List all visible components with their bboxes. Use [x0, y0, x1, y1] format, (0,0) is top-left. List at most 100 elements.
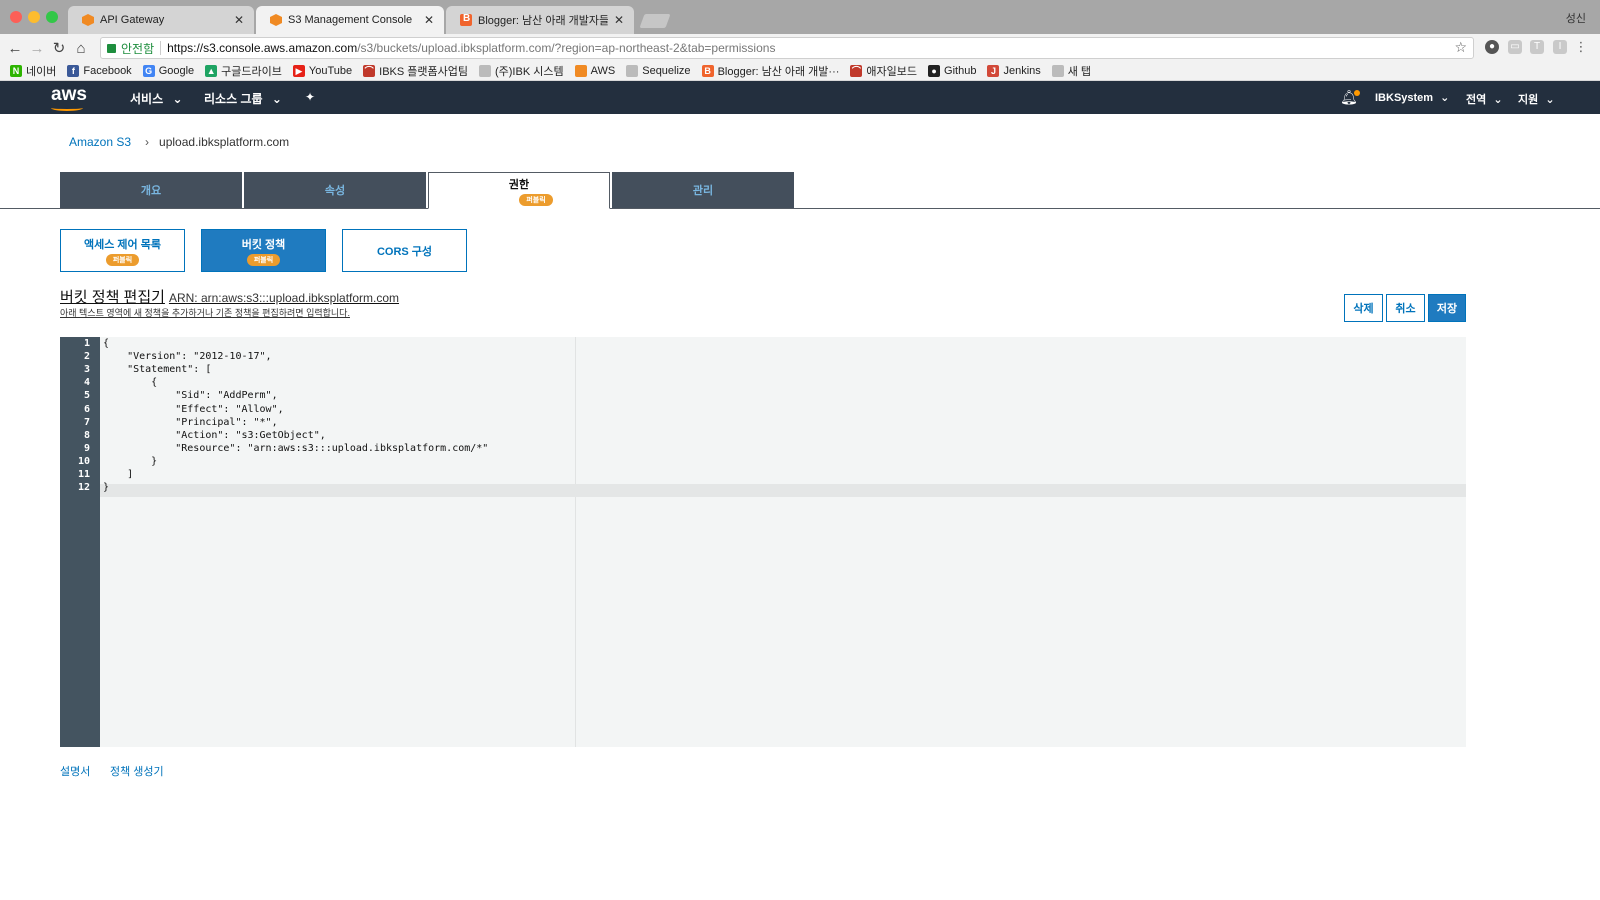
profile-name[interactable]: 성신	[1566, 10, 1586, 26]
save-button[interactable]: 저장	[1428, 294, 1466, 322]
back-arrow-icon[interactable]: ←	[4, 40, 26, 57]
extension-icon[interactable]: ●	[1485, 40, 1499, 54]
pin-icon[interactable]: ✦	[305, 90, 315, 104]
print-margin-line	[575, 337, 576, 747]
public-badge: 퍼블릭	[105, 253, 140, 266]
google-icon: G	[142, 65, 155, 77]
bookmark-item[interactable]: Sequelize	[626, 65, 691, 77]
tab-management[interactable]: 관리	[612, 172, 794, 208]
account-label: IBKSystem	[1375, 92, 1434, 104]
policy-editor-title: 버킷 정책 편집기 ARN: arn:aws:s3:::upload.ibkspl…	[60, 286, 399, 307]
bookmark-item[interactable]: G Google	[142, 65, 194, 77]
bookmark-item[interactable]: N 네이버	[10, 63, 56, 79]
bookmark-label: Blogger: 남산 아래 개발···	[717, 66, 840, 78]
bookmark-item[interactable]: AWS	[574, 65, 616, 77]
bookmark-label: IBKS 플랫폼사업팀	[379, 66, 468, 78]
support-menu[interactable]: 지원 ⌄	[1518, 91, 1555, 107]
bookmark-label: YouTube	[308, 65, 353, 77]
tab-permissions[interactable]: 권한 퍼블릭	[428, 172, 610, 209]
bucket-arn: ARN: arn:aws:s3:::upload.ibksplatform.co…	[168, 291, 400, 305]
breadcrumb-current: upload.ibksplatform.com	[159, 135, 290, 149]
bookmark-item[interactable]: ▲ 구글드라이브	[205, 63, 282, 79]
bookmark-item[interactable]: (주)IBK 시스템	[478, 63, 564, 79]
browser-tab-api-gateway[interactable]: API Gateway ✕	[68, 6, 254, 34]
cors-configuration-button[interactable]: CORS 구성	[342, 229, 467, 272]
forward-arrow-icon[interactable]: →	[26, 40, 48, 57]
delete-button[interactable]: 삭제	[1344, 294, 1383, 322]
tab-label: 권한	[508, 178, 530, 191]
chevron-down-icon: ⌄	[271, 92, 282, 106]
line-number: 6	[83, 403, 90, 415]
code-line: {	[103, 377, 158, 389]
menu-kebab-icon[interactable]: ⋮	[1574, 40, 1588, 54]
code-text-area[interactable]: { "Version": "2012-10-17", "Statement": …	[100, 337, 1466, 747]
tab-close-icon[interactable]: ✕	[614, 13, 624, 27]
browser-tab-s3-console[interactable]: S3 Management Console ✕	[256, 6, 444, 34]
naver-icon: N	[10, 65, 22, 77]
address-bar[interactable]: 안전함 https://s3.console.aws.amazon.com/s3…	[100, 37, 1474, 59]
aws-logo[interactable]: aws	[51, 84, 87, 106]
tab-label: 개요	[140, 185, 162, 197]
tab-title: API Gateway	[100, 14, 165, 26]
bucket-policy-button[interactable]: 버킷 정책 퍼블릭	[201, 229, 326, 272]
browser-toolbar: ← → ↻ ⌂ 안전함 https://s3.console.aws.amazo…	[0, 34, 1600, 62]
blogger-favicon-icon	[460, 13, 472, 26]
reload-icon[interactable]: ↻	[48, 39, 70, 57]
line-number: 2	[83, 351, 90, 363]
aws-top-nav: aws 서비스 ⌄ 리소스 그룹 ⌄ ✦ 🔔︎ IBKSystem ⌄ 전역 ⌄…	[0, 81, 1600, 114]
policy-generator-link[interactable]: 정책 생성기	[110, 763, 164, 779]
home-icon[interactable]: ⌂	[70, 40, 92, 57]
resource-groups-menu[interactable]: 리소스 그룹 ⌄	[204, 90, 282, 107]
aws-icon	[574, 65, 587, 77]
bookmark-item[interactable]: J Jenkins	[987, 65, 1041, 77]
public-badge: 퍼블릭	[519, 193, 553, 206]
services-label: 서비스	[130, 92, 164, 106]
extension-icon[interactable]: ▭	[1508, 40, 1522, 54]
new-tab-button[interactable]	[639, 14, 671, 28]
window-minimize-button[interactable]	[28, 11, 40, 23]
line-number: 7	[83, 416, 90, 428]
extension-icon[interactable]: T	[1530, 40, 1544, 54]
code-line: "Effect": "Allow",	[103, 403, 284, 415]
tab-close-icon[interactable]: ✕	[234, 13, 244, 27]
bookmark-label: (주)IBK 시스템	[494, 66, 564, 78]
bookmark-item[interactable]: ⌒ 애자일보드	[850, 63, 917, 79]
tab-title: Blogger: 남산 아래 개발자들 - 게시	[478, 15, 608, 27]
bookmark-item[interactable]: ▶ YouTube	[292, 65, 353, 77]
aws-smile-icon	[51, 105, 83, 111]
window-zoom-button[interactable]	[46, 11, 58, 23]
tab-overview[interactable]: 개요	[60, 172, 242, 208]
line-number: 5	[83, 390, 90, 402]
account-menu[interactable]: IBKSystem ⌄	[1375, 91, 1449, 104]
policy-code-editor[interactable]: 1 2 3 4 5 6 7 8 9 10 11 12 { "Version": "2012-10-17…	[60, 337, 1466, 747]
browser-tab-blogger[interactable]: Blogger: 남산 아래 개발자들 - 게시 ✕	[446, 6, 634, 34]
window-close-button[interactable]	[10, 11, 22, 23]
code-line: {	[103, 338, 110, 349]
line-number: 3	[83, 364, 90, 376]
tab-properties[interactable]: 속성	[244, 172, 426, 208]
region-menu[interactable]: 전역 ⌄	[1466, 91, 1503, 107]
breadcrumb-separator: ›	[145, 135, 150, 149]
tab-title: S3 Management Console	[288, 14, 413, 26]
bookmark-star-icon[interactable]: ☆	[1454, 39, 1467, 56]
line-number: 9	[83, 442, 90, 454]
services-menu[interactable]: 서비스 ⌄	[130, 90, 183, 107]
bookmark-label: AWS	[590, 65, 616, 77]
cancel-button[interactable]: 취소	[1386, 294, 1425, 322]
code-line: "Statement": [	[103, 364, 212, 376]
extension-icon[interactable]: I	[1553, 40, 1567, 54]
code-line: "Principal": "*",	[103, 416, 278, 428]
bookmark-item[interactable]: 새 탭	[1051, 63, 1091, 79]
bookmark-item[interactable]: ● Github	[928, 65, 976, 77]
bookmark-item[interactable]: B Blogger: 남산 아래 개발···	[701, 63, 840, 79]
bookmark-item[interactable]: f Facebook	[67, 65, 132, 77]
documentation-link[interactable]: 설명서	[60, 763, 90, 779]
url-host: https://s3.console.aws.amazon.com	[167, 41, 358, 55]
breadcrumb-root-link[interactable]: Amazon S3	[69, 135, 131, 149]
tab-close-icon[interactable]: ✕	[424, 13, 434, 27]
line-number: 8	[83, 429, 90, 441]
bookmark-item[interactable]: ⌒ IBKS 플랫폼사업팀	[363, 63, 468, 79]
agile-icon: ⌒	[850, 65, 863, 77]
access-control-list-button[interactable]: 액세스 제어 목록 퍼블릭	[60, 229, 185, 272]
line-number: 4	[83, 377, 90, 389]
